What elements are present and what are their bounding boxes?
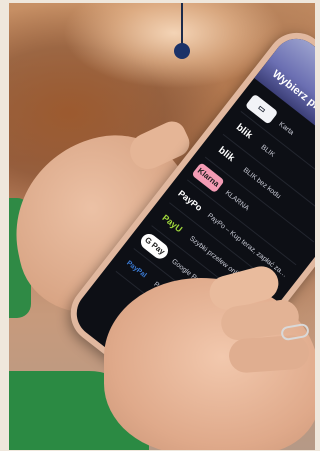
payment-method-label: Karta [277, 120, 296, 137]
photo: Wybierz płatność ▭ Karta blik BLIK blik … [9, 3, 315, 450]
right-finger [227, 334, 311, 374]
payment-method-label: BLIK [259, 143, 277, 159]
pin-line [181, 3, 183, 45]
payment-method-label: KLARNA [224, 189, 251, 212]
map-pin-icon [174, 43, 190, 59]
